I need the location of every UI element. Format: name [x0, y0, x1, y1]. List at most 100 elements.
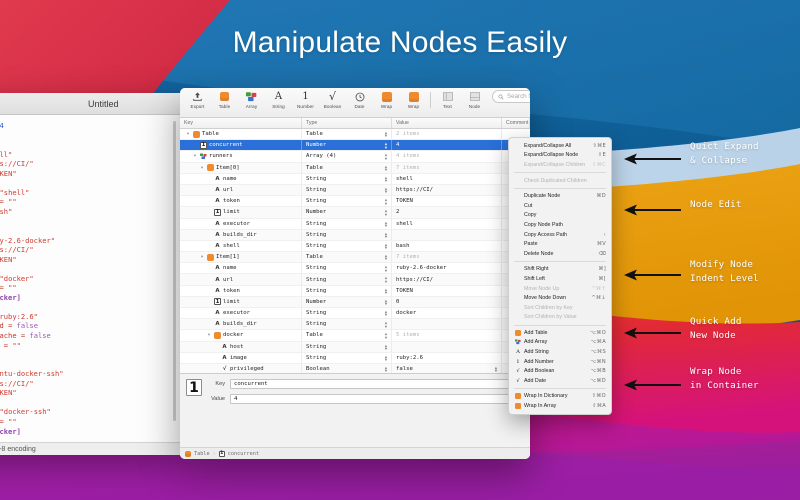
toolbar-button-export-0[interactable]: Export	[184, 90, 211, 109]
tree-cell-type[interactable]: String ▲ ▼	[302, 218, 392, 229]
tree-row[interactable]: Ashell String ▲ ▼ bash	[180, 240, 530, 253]
tree-cell-key[interactable]: Aexecutor	[180, 218, 302, 229]
tree-row[interactable]: Aimage String ▲ ▼ ruby:2.6	[180, 352, 530, 364]
tree-row[interactable]: Atoken String ▲ ▼ TOKEN	[180, 196, 530, 208]
tree-cell-type[interactable]: Number ▲ ▼	[302, 140, 392, 151]
tree-row[interactable]: ▾ Table Table ▲ ▼ 2 items	[180, 129, 530, 141]
tree-cell-value[interactable]: false ▲ ▼	[392, 363, 502, 373]
value-stepper[interactable]: ▲ ▼	[494, 365, 498, 373]
type-stepper[interactable]: ▲ ▼	[384, 287, 388, 295]
tree-cell-key[interactable]: Aurl	[180, 184, 302, 196]
tree-row[interactable]: Abuilds_dir String ▲ ▼	[180, 229, 530, 241]
type-stepper[interactable]: ▲ ▼	[384, 242, 388, 250]
menu-item-add-array[interactable]: Add Array ⌥⌘A	[509, 338, 611, 348]
tree-cell-key[interactable]: ▾ docker	[180, 330, 302, 341]
tree-cell-type[interactable]: Table ▲ ▼	[302, 252, 392, 263]
tree-row[interactable]: Aurl String ▲ ▼ https://CI/	[180, 274, 530, 286]
disclosure-triangle[interactable]: ▾	[199, 165, 205, 171]
editor-scrollbar[interactable]	[173, 121, 176, 421]
tree-cell-key[interactable]: ▾ runners	[180, 151, 302, 162]
tree-row[interactable]: ▾ docker Table ▲ ▼ 5 items	[180, 330, 530, 342]
tree-cell-value[interactable]: docker	[392, 308, 502, 319]
tree-cell-key[interactable]: Aurl	[180, 274, 302, 285]
breadcrumb-root[interactable]: Table	[194, 451, 210, 457]
tree-cell-value[interactable]: https://CI/	[392, 184, 502, 196]
menu-item-move-node-down[interactable]: Move Node Down ^⌘↓	[509, 293, 611, 303]
tree-cell-key[interactable]: 1 concurrent	[180, 140, 302, 151]
tree-row[interactable]: Aurl String ▲ ▼ https://CI/	[180, 184, 530, 197]
tree-row[interactable]: Ahost String ▲ ▼	[180, 341, 530, 353]
tree-cell-key[interactable]: 1 limit	[180, 207, 302, 218]
tree-cell-type[interactable]: String ▲ ▼	[302, 285, 392, 296]
tree-cell-type[interactable]: Number ▲ ▼	[302, 207, 392, 218]
toolbar-button-table-1[interactable]: Table	[211, 90, 238, 109]
tree-row[interactable]: Aname String ▲ ▼ shell	[180, 173, 530, 185]
tree-cell-key[interactable]: Aname	[180, 263, 302, 274]
tree-cell-type[interactable]: String ▲ ▼	[302, 319, 392, 330]
tree-cell-type[interactable]: String ▲ ▼	[302, 173, 392, 184]
tree-cell-key[interactable]: ▾ Table	[180, 129, 302, 140]
tree-cell-value[interactable]: shell	[392, 173, 502, 184]
type-stepper[interactable]: ▲ ▼	[384, 231, 388, 239]
tree-row[interactable]: ▾ runners Array (4) ▲ ▼ 4 items	[180, 151, 530, 163]
type-stepper[interactable]: ▲ ▼	[384, 254, 388, 261]
tree-cell-key[interactable]: Aimage	[180, 352, 302, 363]
tree-cell-value[interactable]: TOKEN	[392, 196, 502, 207]
disclosure-triangle[interactable]: ▾	[206, 332, 212, 338]
menu-item-copy-access-path[interactable]: Copy Access Path ›	[509, 230, 611, 240]
menu-item-add-string[interactable]: A Add String ⌥⌘S	[509, 347, 611, 357]
menu-item-wrap-in-dictionary[interactable]: Wrap In Dictionary ⇧⌘O	[509, 392, 611, 402]
disclosure-triangle[interactable]: ▾	[185, 131, 191, 137]
type-stepper[interactable]: ▲ ▼	[384, 265, 388, 272]
tree-cell-type[interactable]: String ▲ ▼	[302, 196, 392, 207]
menu-item-copy[interactable]: Copy	[509, 211, 611, 221]
type-stepper[interactable]: ▲ ▼	[384, 276, 388, 283]
search-input[interactable]: Search Nodes (⌘+F)	[492, 90, 530, 103]
toolbar-button-wrap-8[interactable]: Wrap	[400, 90, 427, 109]
tree-cell-value[interactable]	[392, 341, 502, 352]
tree-cell-value[interactable]: 2	[392, 207, 502, 218]
tree-row[interactable]: Aexecutor String ▲ ▼ shell	[180, 218, 530, 230]
detail-key-input[interactable]: concurrent	[230, 379, 524, 389]
type-stepper[interactable]: ▲ ▼	[384, 332, 388, 339]
column-header-value[interactable]: Value	[392, 118, 502, 128]
toolbar-button-boolean-5[interactable]: √ Boolean	[319, 90, 346, 109]
tree-cell-value[interactable]: shell	[392, 218, 502, 229]
tree-cell-key[interactable]: Atoken	[180, 196, 302, 207]
type-stepper[interactable]: ▲ ▼	[384, 198, 388, 205]
tree-cell-value[interactable]: bash	[392, 240, 502, 252]
editor-code-area[interactable]: concurrent = 4 [[runners]] name = "shell…	[0, 115, 180, 455]
tree-cell-key[interactable]: Aexecutor	[180, 308, 302, 319]
tree-cell-value[interactable]: TOKEN	[392, 285, 502, 296]
toolbar-button-date-6[interactable]: Date	[346, 90, 373, 109]
tree-cell-key[interactable]: Abuilds_dir	[180, 229, 302, 240]
type-stepper[interactable]: ▲ ▼	[384, 153, 388, 160]
tree-cell-type[interactable]: Table ▲ ▼	[302, 330, 392, 341]
type-stepper[interactable]: ▲ ▼	[384, 220, 388, 228]
tree-cell-value[interactable]: https://CI/	[392, 274, 502, 285]
column-header-comment[interactable]: Comment	[502, 118, 530, 128]
toolbar-button-text-9[interactable]: Text	[434, 90, 461, 109]
breadcrumb-leaf[interactable]: concurrent	[228, 451, 259, 457]
tree-cell-type[interactable]: String ▲ ▼	[302, 308, 392, 319]
toolbar-button-wrap-7[interactable]: Wrap	[373, 90, 400, 109]
tree-cell-value[interactable]: 4 items	[392, 151, 502, 162]
type-stepper[interactable]: ▲ ▼	[384, 175, 388, 183]
tree-row[interactable]: √ privileged Boolean ▲ ▼ false ▲ ▼	[180, 363, 530, 373]
disclosure-triangle[interactable]: ▾	[192, 153, 198, 159]
type-stepper[interactable]: ▲ ▼	[384, 209, 388, 216]
detail-value-input[interactable]: 4	[230, 394, 524, 404]
tree-row[interactable]: 1 limit Number ▲ ▼ 2	[180, 207, 530, 219]
tree-cell-key[interactable]: ▾ Item[1]	[180, 252, 302, 263]
type-stepper[interactable]: ▲ ▼	[384, 142, 388, 149]
toolbar-button-array-2[interactable]: Array	[238, 90, 265, 109]
tree-row[interactable]: Atoken String ▲ ▼ TOKEN	[180, 285, 530, 297]
type-stepper[interactable]: ▲ ▼	[384, 164, 388, 172]
tree-cell-value[interactable]: 0	[392, 296, 502, 307]
tree-cell-type[interactable]: String ▲ ▼	[302, 274, 392, 285]
tree-row[interactable]: 1 limit Number ▲ ▼ 0	[180, 296, 530, 308]
type-stepper[interactable]: ▲ ▼	[384, 131, 388, 138]
tree-row[interactable]: Aname String ▲ ▼ ruby-2.6-docker	[180, 263, 530, 275]
column-header-key[interactable]: Key	[180, 118, 302, 128]
tree-cell-type[interactable]: Number ▲ ▼	[302, 296, 392, 307]
